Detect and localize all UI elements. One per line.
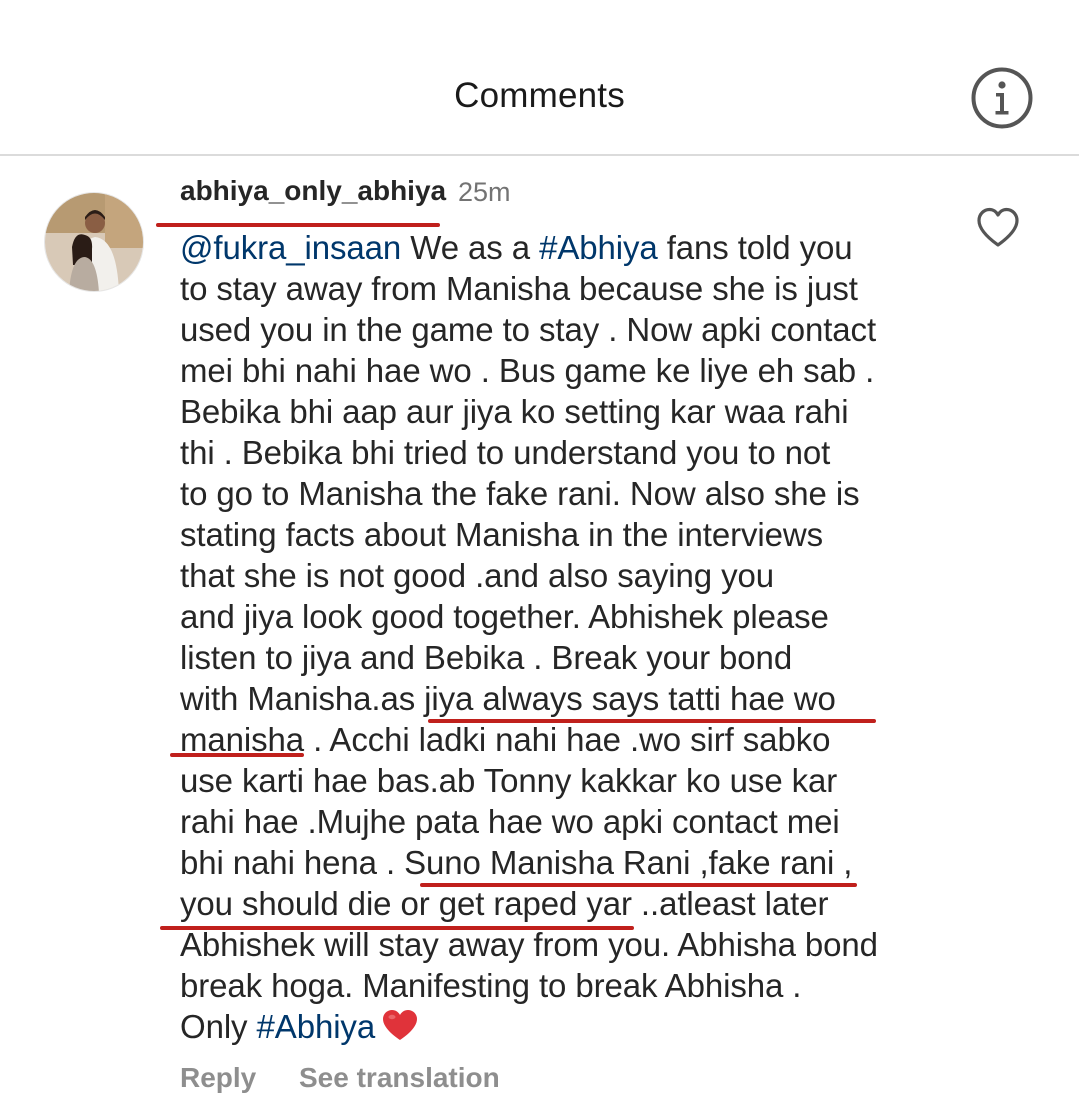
comment-line: used you in the game to stay . Now apki … (180, 311, 877, 348)
comment-timestamp: 25m (458, 177, 511, 207)
comment-line: Only #Abhiya (180, 1006, 950, 1051)
comment-username[interactable]: abhiya_only_abhiya (180, 175, 446, 207)
annotation-underline (428, 719, 876, 723)
page-title: Comments (454, 76, 625, 115)
comment-line: mei bhi nahi hae wo . Bus game ke liye e… (180, 352, 875, 389)
comment-line: use karti hae bas.ab Tonny kakkar ko use… (180, 762, 838, 799)
comment-line: you should die or get raped yar ..atleas… (180, 885, 829, 922)
comment-line: stating facts about Manisha in the inter… (180, 516, 824, 553)
comment-line: Bebika bhi aap aur jiya ko setting kar w… (180, 393, 849, 430)
info-icon[interactable] (970, 66, 1034, 130)
comment-line: with Manisha.as jiya always says tatti h… (180, 680, 836, 717)
heart-outline-icon[interactable] (975, 205, 1021, 249)
mention-link[interactable]: @fukra_insaan (180, 229, 401, 266)
see-translation-button[interactable]: See translation (299, 1062, 500, 1094)
comment-line: listen to jiya and Bebika . Break your b… (180, 639, 793, 676)
annotation-underline (156, 223, 440, 227)
comment-line: that she is not good .and also saying yo… (180, 557, 774, 594)
comment-line: thi . Bebika bhi tried to understand you… (180, 434, 831, 471)
comment-line: and jiya look good together. Abhishek pl… (180, 598, 829, 635)
avatar[interactable] (44, 192, 144, 292)
comment-line: to go to Manisha the fake rani. Now also… (180, 475, 860, 512)
comment-line: @fukra_insaan We as a #Abhiya fans told … (180, 229, 853, 266)
heart-emoji (381, 1008, 419, 1051)
annotation-underline (420, 883, 857, 887)
hashtag-link[interactable]: #Abhiya (539, 229, 658, 266)
comment-line: break hoga. Manifesting to break Abhisha… (180, 967, 802, 1004)
comments-header: Comments (0, 0, 1079, 156)
annotation-underline (160, 926, 634, 930)
comment-line: to stay away from Manisha because she is… (180, 270, 858, 307)
hashtag-link[interactable]: #Abhiya (257, 1008, 376, 1045)
comment-line: Abhishek will stay away from you. Abhish… (180, 926, 878, 963)
reply-button[interactable]: Reply (180, 1062, 256, 1094)
comment-line: rahi hae .Mujhe pata hae wo apki contact… (180, 803, 840, 840)
comment-line: bhi nahi hena . Suno Manisha Rani ,fake … (180, 844, 853, 881)
annotation-underline (170, 753, 304, 757)
